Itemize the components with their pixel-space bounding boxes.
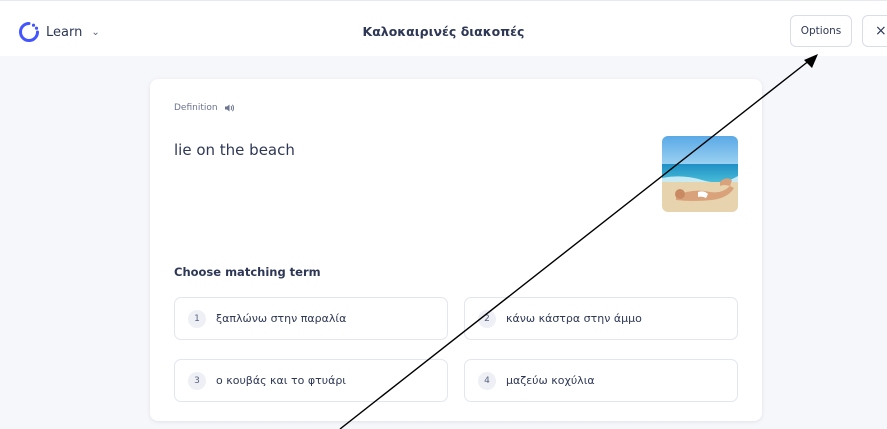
definition-label: Definition (174, 103, 218, 113)
option-text: κάνω κάστρα στην άμμο (506, 312, 642, 325)
option-text: ξαπλώνω στην παραλία (216, 312, 347, 325)
answer-option-3[interactable]: 3 ο κουβάς και το φτυάρι (174, 359, 448, 402)
page-title: Καλοκαιρινές διακοπές (362, 24, 525, 39)
question-card: Definition lie on the beach Choose match (150, 79, 762, 421)
option-number: 2 (478, 309, 496, 328)
choose-matching-term-label: Choose matching term (174, 265, 321, 279)
answer-option-1[interactable]: 1 ξαπλώνω στην παραλία (174, 297, 448, 340)
options-button[interactable]: Options (790, 15, 852, 47)
beach-image[interactable] (662, 136, 738, 212)
option-number: 3 (188, 371, 206, 390)
answer-option-4[interactable]: 4 μαζεύω κοχύλια (464, 359, 738, 402)
definition-text: lie on the beach (174, 141, 295, 159)
option-text: ο κουβάς και το φτυάρι (216, 374, 347, 387)
definition-header: Definition (174, 103, 235, 113)
top-bar: Learn ⌄ Καλοκαιρινές διακοπές Options × (0, 0, 887, 56)
option-number: 1 (188, 309, 206, 328)
option-number: 4 (478, 371, 496, 390)
answer-option-2[interactable]: 2 κάνω κάστρα στην άμμο (464, 297, 738, 340)
close-icon[interactable]: × (862, 15, 887, 47)
option-text: μαζεύω κοχύλια (506, 374, 595, 387)
speaker-icon[interactable] (224, 103, 235, 113)
